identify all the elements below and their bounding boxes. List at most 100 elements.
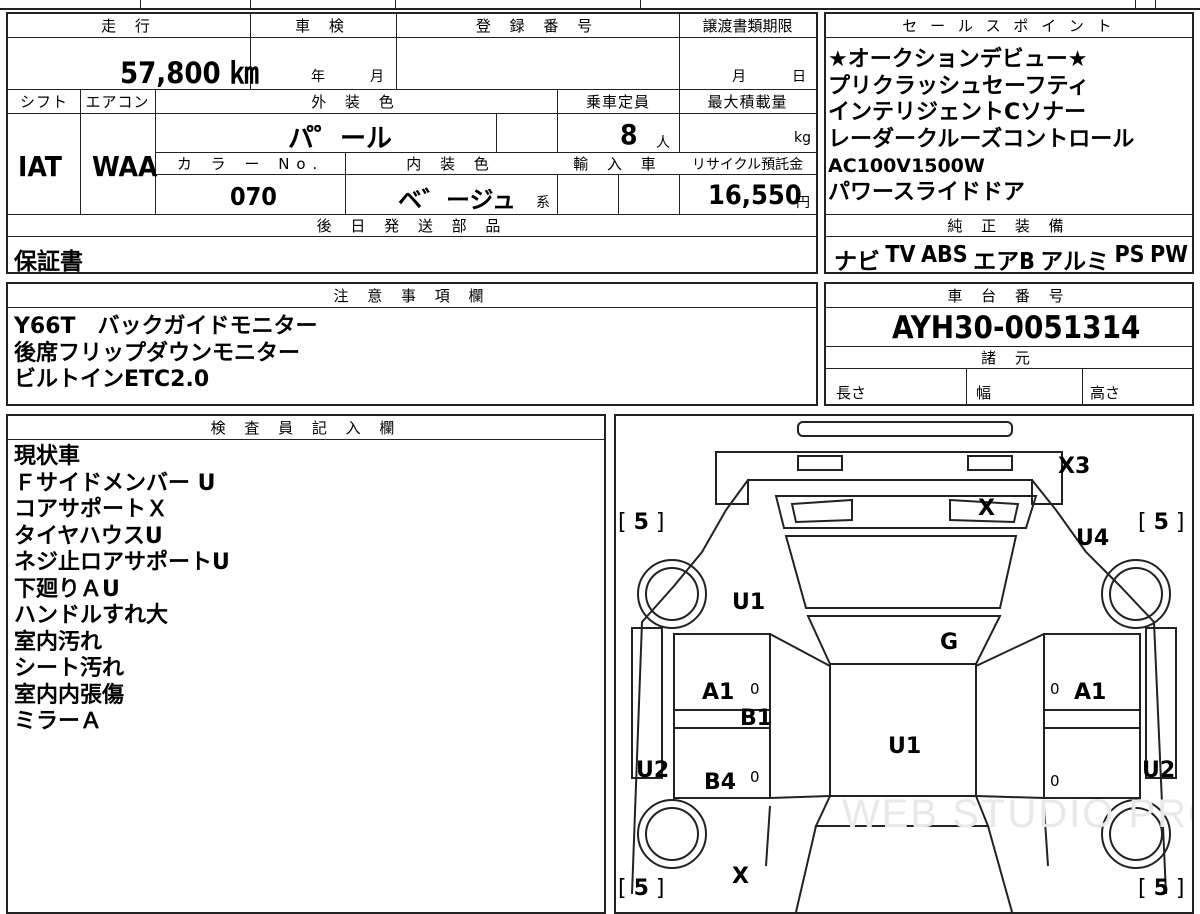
capacity-value: 8 [620,118,638,151]
import-car-header: 輸 入 車 [557,153,679,175]
mark-rear-left-quarter: U1 [732,590,766,615]
standard-equipment-header: 純 正 装 備 [826,215,1192,237]
sales-point-item: プリクラッシュセーフティ [828,73,1090,99]
inspection-month-unit: 月 [370,69,384,85]
inspection-year-unit: 年 [311,69,325,85]
mark-left-rocker: U2 [636,758,670,783]
aircon-header: エアコン [80,90,155,114]
sales-points-list: ★オークションデビュー★ プリクラッシュセーフティ インテリジェントCソナー レ… [828,47,1134,206]
note-item: Y66T バックガイドモニター [14,314,318,339]
spec-height-label: 高さ [1090,384,1121,402]
mark-left-rear-door: A1 [702,680,735,705]
equipment-item: TV [885,242,916,268]
transfer-day-unit: 日 [792,69,806,85]
aircon-value: WAA [92,150,158,183]
inspector-header: 検 査 員 記 入 欄 [8,416,604,440]
inspector-note: Ｆサイドメンバー U [14,470,216,496]
color-no-header: カ ラ ー No. [156,153,345,175]
sales-point-item: インテリジェントCソナー [828,100,1087,125]
inspector-note: ネジ止ロアサポートU [14,550,230,575]
inspector-note: ハンドルすれ大 [14,603,169,628]
chassis-panel: 車 台 番 号 AYH30-0051314 諸 元 長さ 幅 高さ [824,282,1194,406]
notes-header: 注 意 事 項 欄 [8,284,816,308]
mark-front-bumper: X [732,864,749,889]
exterior-color-header: 外 装 色 [155,90,557,114]
sales-point-item: AC100V1500W [828,155,985,177]
max-load-unit: kg [794,130,811,146]
mileage-value: 57,800 ㎞ [120,56,259,90]
mark-zero-left-rear: 0 [750,680,760,698]
note-item: 後席フリップダウンモニター [14,340,301,366]
mark-right-door: A1 [1074,680,1107,705]
sales-points-header: セ ー ル ス ポ イ ン ト [826,14,1192,38]
equipment-item: PS [1114,242,1145,268]
inspector-note: タイヤハウスU [14,523,163,549]
mark-zero-left-front: 0 [750,768,760,786]
recycle-fee-header: リサイクル預託金 [679,153,816,175]
tire-rear-right-tread: 5 [1153,510,1169,535]
specs-header: 諸 元 [826,347,1192,369]
inspector-panel: 検 査 員 記 入 欄 現状車 Ｆサイドメンバー U コアサポートＸ タイヤハウ… [6,414,606,914]
interior-color-suffix: 系 [536,195,550,211]
notes-panel: 注 意 事 項 欄 Y66T バックガイドモニター 後席フリップダウンモニター … [6,282,818,406]
max-load-header: 最大積載量 [679,90,816,114]
mark-zero-right-rear: 0 [1050,680,1060,698]
spec-length-label: 長さ [836,384,867,402]
chassis-number-header: 車 台 番 号 [826,284,1192,308]
equipment-item: ナビ [834,249,880,275]
inspector-notes-list: 現状車 Ｆサイドメンバー U コアサポートＸ タイヤハウスU ネジ止ロアサポート… [14,444,230,736]
inspector-note: ミラーＡ [14,709,103,734]
recycle-fee-unit: 円 [796,195,810,211]
mark-rear-bumper: X3 [1058,454,1091,479]
deferred-parts-value: 保証書 [14,249,83,275]
inspection-header: 車 検 [250,14,396,38]
inspector-note: 室内汚れ [14,629,103,655]
inspector-note: 下廻りＡU [14,576,120,602]
mark-zero-right-front: 0 [1050,772,1060,790]
notes-list: Y66T バックガイドモニター 後席フリップダウンモニター ビルトインETC2.… [14,314,318,394]
inspector-note: コアサポートＸ [14,497,169,522]
color-no-value: 070 [230,182,277,211]
tire-rear-left-label: [ 5 ] [618,510,665,535]
tire-front-left-label: [ 5 ] [618,876,665,901]
equipment-item: PW [1150,242,1188,268]
tire-front-right-label: [ 5 ] [1138,876,1185,901]
sales-point-item: パワースライドドア [828,179,1025,205]
tire-front-right-tread: 5 [1153,876,1169,901]
inspector-note: 現状車 [14,444,81,469]
tire-rear-left-tread: 5 [633,510,649,535]
spec-width-label: 幅 [976,384,992,402]
mark-rear-right-quarter: U4 [1076,526,1110,551]
chassis-number-value: AYH30-0051314 [892,310,1141,346]
mark-left-front-door: B1 [740,706,773,731]
mileage-header: 走 行 [8,14,250,38]
equipment-item: アルミ [1040,249,1110,275]
inspector-note: シート汚れ [14,656,125,681]
standard-equipment-list: ナビ TV ABS エアB アルミ PS PW [834,242,1188,276]
equipment-item: エアB [973,249,1035,275]
watermark: WEB STUDIO PRO [842,792,1194,836]
deferred-parts-header: 後 日 発 送 部 品 [8,215,816,237]
inspector-note: 室内内張傷 [14,682,125,708]
capacity-header: 乗車定員 [557,90,679,114]
mark-right-rocker: U2 [1142,758,1176,783]
shift-value: IAT [18,150,62,183]
capacity-unit: 人 [656,135,670,151]
top-cropped-strip [0,0,1200,10]
interior-color-value: ベ゛ージュ [398,186,516,214]
equipment-item: ABS [920,242,968,268]
mark-rear-glass: X [978,496,995,521]
interior-color-header: 内 装 色 [345,153,557,175]
mark-hood: U1 [888,734,922,759]
recycle-fee-value: 16,550 [708,180,802,211]
tire-front-left-tread: 5 [633,876,649,901]
transfer-month-unit: 月 [732,69,746,85]
sales-point-item: レーダークルーズコントロール [828,126,1135,152]
exterior-color-value: パ゜ール [288,124,393,154]
note-item: ビルトインETC2.0 [14,367,210,392]
transfer-deadline-header: 譲渡書類期限 [679,14,816,38]
car-diagram-panel: [ 5 ] [ 5 ] [ 5 ] [ 5 ] X3 X U4 U1 G A1 … [614,414,1194,914]
shift-header: シフト [8,90,80,114]
tire-rear-right-label: [ 5 ] [1138,510,1185,535]
mark-left-front-door-lower: B4 [704,770,737,795]
